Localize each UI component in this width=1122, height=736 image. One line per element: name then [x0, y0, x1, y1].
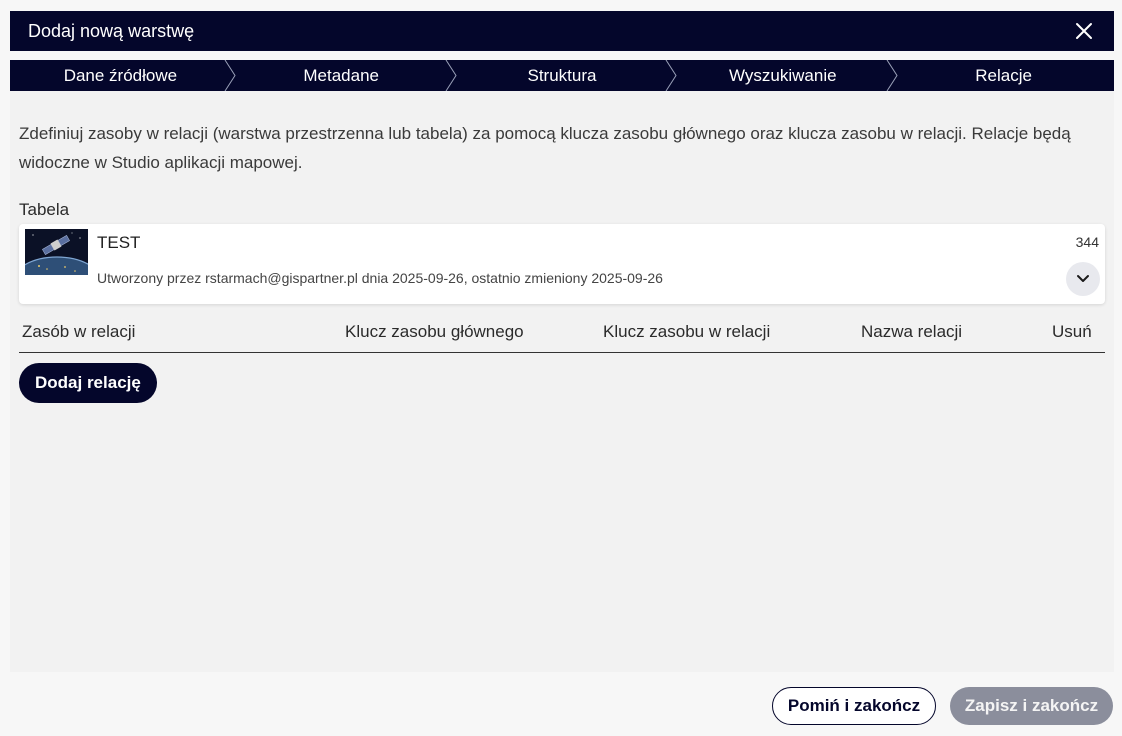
relations-table-header: Zasób w relacji Klucz zasobu głównego Kl… — [19, 319, 1105, 353]
step-relations[interactable]: Relacje — [893, 60, 1114, 91]
step-label: Struktura — [527, 65, 597, 85]
step-label: Relacje — [975, 65, 1032, 85]
step-label: Dane źródłowe — [63, 65, 178, 85]
chevron-down-icon — [1077, 275, 1089, 282]
table-section-label: Tabela — [19, 200, 70, 219]
step-label: Wyszukiwanie — [729, 65, 837, 85]
table-card-count: 344 — [1075, 234, 1099, 250]
table-card-title: TEST — [97, 233, 141, 252]
step-metadata[interactable]: Metadane — [231, 60, 457, 91]
column-header: Nazwa relacji — [861, 322, 963, 341]
column-header: Usuń — [1052, 322, 1092, 341]
step-source-data[interactable]: Dane źródłowe — [10, 60, 236, 91]
expand-button[interactable] — [1066, 262, 1100, 296]
column-header: Klucz zasobu w relacji — [603, 322, 771, 341]
close-icon — [1076, 23, 1092, 39]
table-card-meta: Utworzony przez rstarmach@gispartner.pl … — [97, 270, 663, 286]
column-header: Zasób w relacji — [22, 322, 136, 341]
table-thumbnail — [25, 229, 88, 275]
dialog-header: Dodaj nową warstwę — [10, 11, 1114, 51]
step-search[interactable]: Wyszukiwanie — [672, 60, 898, 91]
skip-and-finish-button[interactable]: Pomiń i zakończ — [772, 687, 936, 725]
step-label: Metadane — [303, 65, 379, 85]
column-header: Klucz zasobu głównego — [345, 322, 524, 341]
close-button[interactable] — [1072, 19, 1096, 43]
wizard-stepper: Dane źródłowe Metadane Struktura Wyszuki… — [10, 60, 1114, 91]
satellite-earth-image — [25, 229, 88, 275]
dialog-title: Dodaj nową warstwę — [28, 20, 195, 41]
table-card[interactable]: TEST Utworzony przez rstarmach@gispartne… — [19, 224, 1105, 304]
content-panel: Zdefiniuj zasoby w relacji (warstwa prze… — [10, 91, 1114, 672]
step-structure[interactable]: Struktura — [452, 60, 677, 91]
add-relation-button[interactable]: Dodaj relację — [19, 363, 157, 403]
description-text: Zdefiniuj zasoby w relacji (warstwa prze… — [19, 124, 1071, 172]
save-and-finish-button[interactable]: Zapisz i zakończ — [950, 687, 1113, 725]
